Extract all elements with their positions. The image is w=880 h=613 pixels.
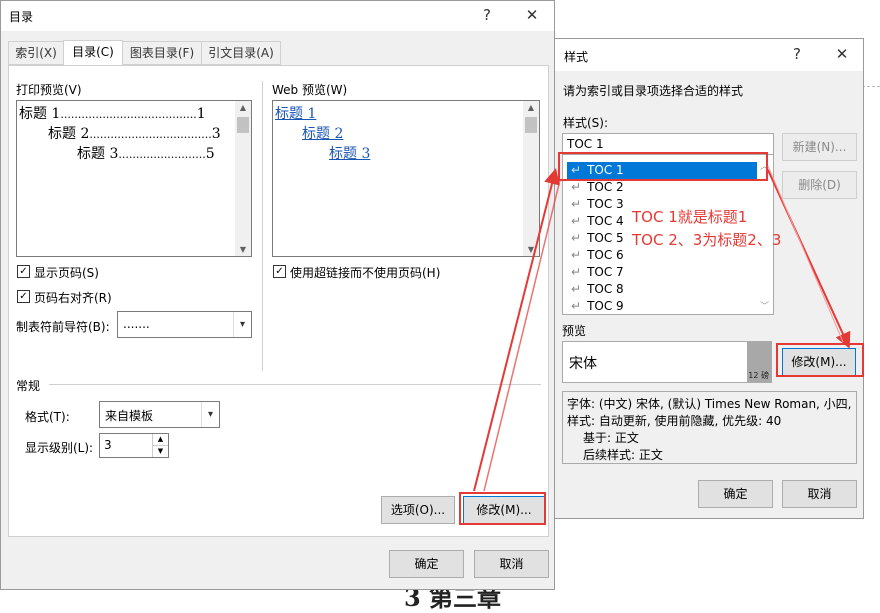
arrow-toc1-to-modify-thin: [767, 165, 844, 343]
arrow-modify-to-list: [473, 168, 560, 492]
arrow-modify-to-list-2: [483, 179, 561, 492]
annotation-arrows: [473, 165, 851, 492]
arrow-toc1-to-modify: [767, 169, 851, 349]
